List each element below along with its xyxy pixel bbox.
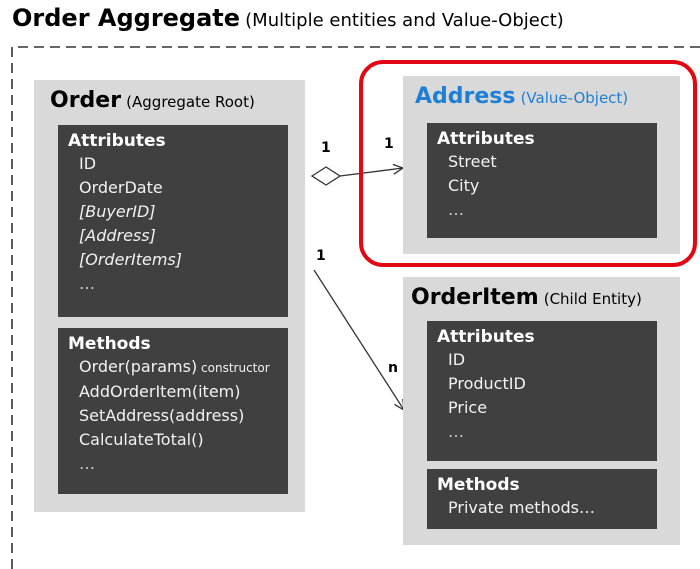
order-methods-header: Methods xyxy=(68,334,151,354)
order-attribute-item: [BuyerID] xyxy=(79,202,156,221)
address-value-object: Address (Value-Object) Attributes Street… xyxy=(403,76,680,254)
address-subtitle: (Value-Object) xyxy=(520,89,629,107)
order-attribute-item: [OrderItems] xyxy=(79,250,182,269)
aggregation-diamond xyxy=(310,166,342,186)
orderitem-entity: OrderItem (Child Entity) Attributes ID P… xyxy=(403,277,680,545)
order-subtitle: (Aggregate Root) xyxy=(126,93,255,111)
order-attribute-item: ID xyxy=(79,154,97,173)
order-to-orderitem-arrow xyxy=(313,269,404,410)
order-attributes-header: Attributes xyxy=(68,131,166,151)
order-entity-title: Order (Aggregate Root) xyxy=(50,88,255,113)
multiplicity-orderitem-target: n xyxy=(388,360,398,376)
order-to-address-arrow xyxy=(339,168,403,177)
address-attribute-item: … xyxy=(448,200,464,219)
order-attribute-item: [Address] xyxy=(79,226,156,245)
order-method-item: SetAddress(address) xyxy=(79,406,245,425)
order-attributes-panel: Attributes ID OrderDate [BuyerID] [Addre… xyxy=(58,125,288,317)
multiplicity-address-target: 1 xyxy=(384,136,394,152)
address-attributes-panel: Attributes Street City … xyxy=(427,123,657,238)
orderitem-title: OrderItem xyxy=(411,285,539,310)
order-method-item: CalculateTotal() xyxy=(79,430,204,449)
order-method-item: AddOrderItem(item) xyxy=(79,382,241,401)
orderitem-attribute-item: ProductID xyxy=(448,374,526,393)
order-attribute-item: … xyxy=(79,274,95,293)
multiplicity-orderitem-source: 1 xyxy=(316,248,326,264)
order-method-item: … xyxy=(79,454,95,473)
address-attributes-header: Attributes xyxy=(437,129,535,149)
order-method-name: Order(params) xyxy=(79,357,198,376)
orderitem-attribute-item: ID xyxy=(448,350,466,369)
orderitem-attributes-panel: Attributes ID ProductID Price … xyxy=(427,321,657,461)
multiplicity-address-source: 1 xyxy=(321,140,331,156)
address-entity-title: Address (Value-Object) xyxy=(415,84,628,109)
order-attribute-item: OrderDate xyxy=(79,178,163,197)
order-method-note: constructor xyxy=(197,361,270,375)
orderitem-attributes-header: Attributes xyxy=(437,327,535,347)
order-method-item: Order(params) constructor xyxy=(68,355,278,380)
orderitem-method-item: Private methods… xyxy=(448,498,595,517)
orderitem-attribute-item: Price xyxy=(448,398,488,417)
orderitem-entity-title: OrderItem (Child Entity) xyxy=(411,285,642,310)
orderitem-attribute-item: … xyxy=(448,422,464,441)
order-methods-panel: Methods Order(params) constructor AddOrd… xyxy=(58,328,288,494)
address-title: Address xyxy=(415,84,516,109)
address-attribute-item: City xyxy=(448,176,480,195)
orderitem-methods-panel: Methods Private methods… xyxy=(427,469,657,529)
orderitem-subtitle: (Child Entity) xyxy=(543,290,642,308)
order-entity: Order (Aggregate Root) Attributes ID Ord… xyxy=(34,80,305,512)
order-title: Order xyxy=(50,88,122,113)
orderitem-methods-header: Methods xyxy=(437,475,520,495)
address-attribute-item: Street xyxy=(448,152,497,171)
